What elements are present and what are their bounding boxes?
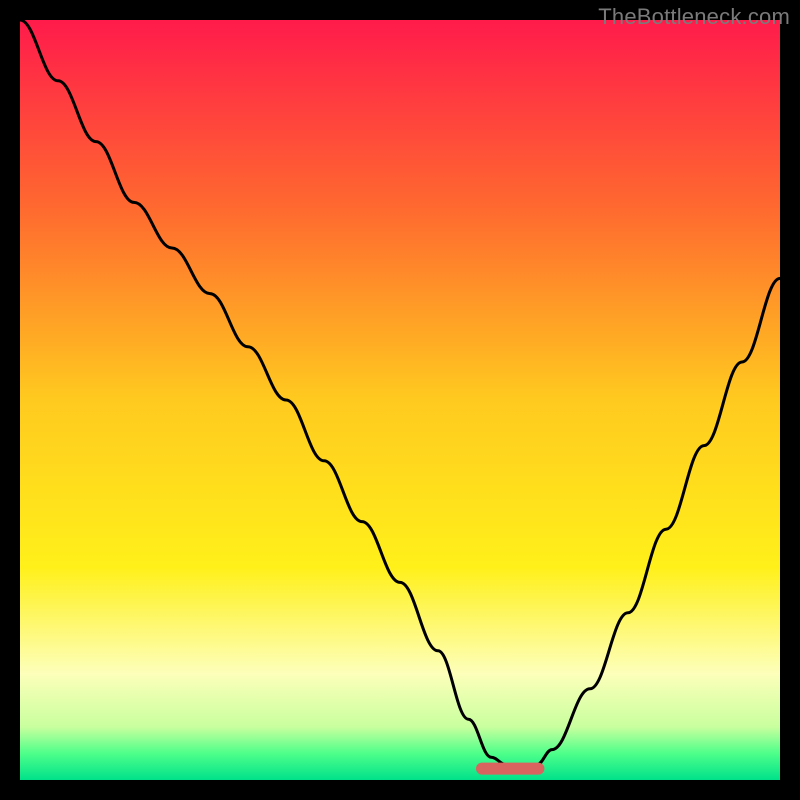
chart-frame: TheBottleneck.com [0,0,800,800]
watermark-text: TheBottleneck.com [598,4,790,30]
chart-background [20,20,780,780]
chart-plot-area [20,20,780,780]
bottleneck-chart-svg [20,20,780,780]
optimal-marker [476,763,544,775]
